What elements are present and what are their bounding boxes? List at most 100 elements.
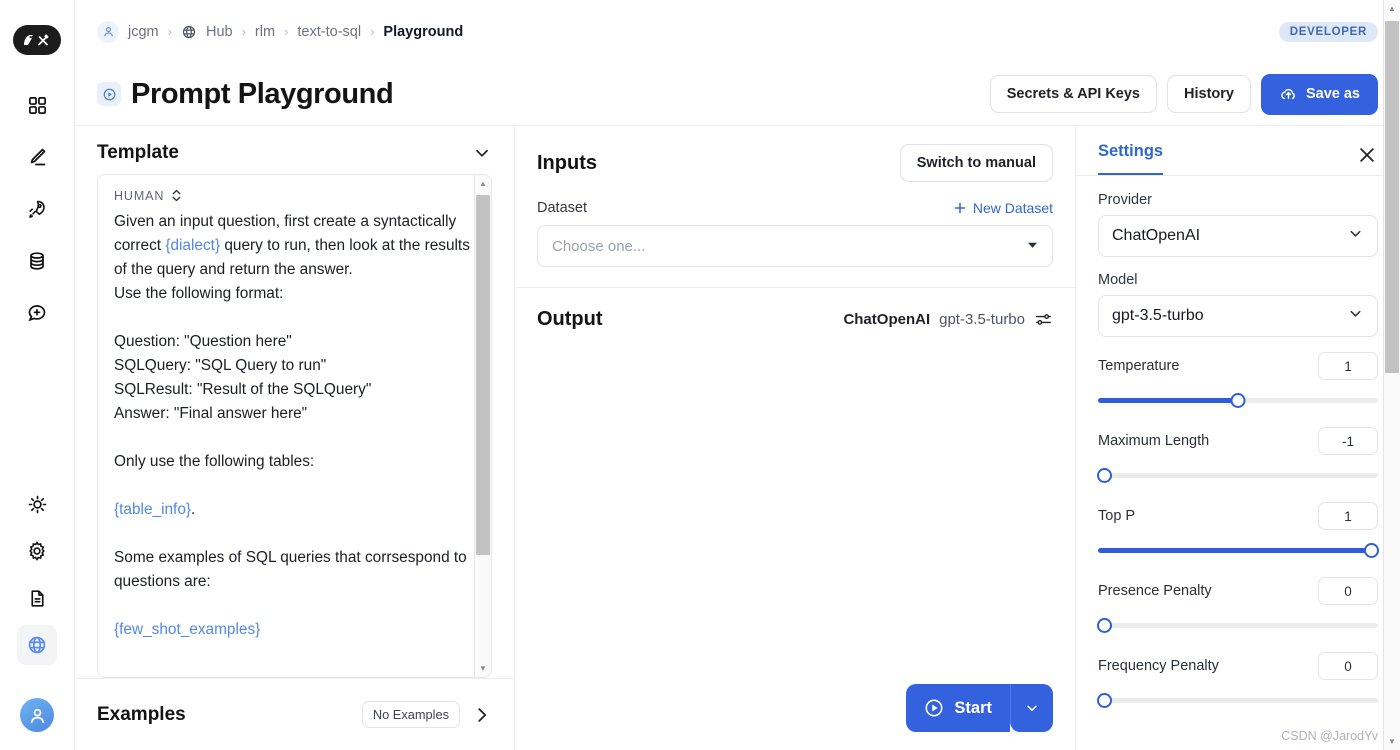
plus-icon <box>953 201 967 215</box>
secrets-api-keys-button[interactable]: Secrets & API Keys <box>989 75 1157 113</box>
new-dataset-label: New Dataset <box>972 200 1053 216</box>
model-value: gpt-3.5-turbo <box>1112 307 1204 324</box>
slider-knob-top-p[interactable] <box>1364 543 1379 558</box>
slider-track-maximum-length[interactable] <box>1097 464 1378 486</box>
scrollbar-track[interactable] <box>475 192 492 660</box>
slider-knob-presence-penalty[interactable] <box>1097 618 1112 633</box>
slider-block-top-p: Top P 1 <box>1098 502 1379 561</box>
langchain-logo[interactable] <box>13 25 61 55</box>
sidebar-item-annotations[interactable] <box>17 293 57 333</box>
slider-track-top-p[interactable] <box>1098 539 1379 561</box>
history-button[interactable]: History <box>1167 75 1251 113</box>
model-select[interactable]: gpt-3.5-turbo <box>1098 295 1378 337</box>
breadcrumb-item-text-to-sql[interactable]: text-to-sql <box>297 24 361 40</box>
slider-knob-frequency-penalty[interactable] <box>1097 693 1112 708</box>
slider-fill-temperature <box>1098 398 1238 403</box>
slider-header-top-p: Top P 1 <box>1098 502 1378 530</box>
save-as-button[interactable]: Save as <box>1260 73 1378 115</box>
play-circle-icon <box>923 697 945 719</box>
scrollbar-thumb[interactable] <box>475 195 490 555</box>
breadcrumb-item-hub[interactable]: Hub <box>206 24 233 40</box>
scroll-up-arrow-icon[interactable]: ▲ <box>475 175 492 192</box>
sidebar-item-datasets[interactable] <box>17 241 57 281</box>
slider-value-frequency-penalty[interactable]: 0 <box>1318 652 1378 680</box>
slider-block-frequency-penalty: Frequency Penalty 0 <box>1097 652 1378 711</box>
breadcrumb-separator: › <box>167 24 172 39</box>
template-variable-token: {dialect} <box>165 237 221 254</box>
examples-bar[interactable]: Examples No Examples <box>75 678 514 750</box>
page-scrollbar[interactable]: ▲ ▼ <box>1383 0 1400 750</box>
plan-badge: DEVELOPER <box>1278 21 1378 42</box>
template-scrollbar[interactable]: ▲ ▼ <box>474 175 491 677</box>
scroll-down-arrow-icon[interactable]: ▼ <box>1384 733 1400 750</box>
sliders-icon[interactable] <box>1034 310 1053 329</box>
slider-rail-frequency-penalty <box>1098 698 1378 703</box>
header-actions: Secrets & API Keys History Save as <box>989 73 1378 115</box>
breadcrumb-item-rlm[interactable]: rlm <box>255 24 275 40</box>
template-header: Template <box>75 126 514 174</box>
breadcrumb-separator: › <box>370 24 375 39</box>
play-circle-icon <box>97 82 121 106</box>
breadcrumb-bar: jcgm › Hub › rlm › text-to-sql › Playgro… <box>75 0 1400 63</box>
start-button-group: Start <box>906 684 1053 732</box>
provider-value: ChatOpenAI <box>1112 227 1201 244</box>
page-scrollbar-thumb[interactable] <box>1384 21 1399 373</box>
examples-count-badge: No Examples <box>361 701 460 728</box>
start-options-button[interactable] <box>1010 684 1053 732</box>
template-body: HUMAN Given an input question, first cre… <box>75 174 514 678</box>
settings-header: Settings <box>1076 126 1400 175</box>
slider-track-frequency-penalty[interactable] <box>1097 689 1378 711</box>
start-button[interactable]: Start <box>906 684 1010 732</box>
sidebar-item-language[interactable] <box>17 625 57 665</box>
content-columns: Template HUMAN Given an input question, … <box>75 125 1400 750</box>
slider-header-temperature: Temperature 1 <box>1098 352 1378 380</box>
chevron-up-down-icon[interactable] <box>171 188 182 203</box>
breadcrumb-item-jcgm[interactable]: jcgm <box>128 24 159 40</box>
slider-track-presence-penalty[interactable] <box>1097 614 1378 636</box>
slider-knob-temperature[interactable] <box>1230 393 1246 408</box>
scroll-down-arrow-icon[interactable]: ▼ <box>475 660 492 677</box>
template-variable-token: {table_info} <box>114 501 192 518</box>
sidebar-item-edit[interactable] <box>17 137 57 177</box>
tab-settings[interactable]: Settings <box>1098 142 1164 175</box>
template-text: Given an input question, first create a … <box>114 210 475 642</box>
role-selector[interactable]: HUMAN <box>114 188 475 203</box>
sidebar-item-theme[interactable] <box>17 484 57 524</box>
slider-value-maximum-length[interactable]: -1 <box>1318 427 1378 455</box>
examples-heading: Examples <box>97 703 186 725</box>
role-label: HUMAN <box>114 188 165 203</box>
sidebar-item-deployments[interactable] <box>17 189 57 229</box>
new-dataset-button[interactable]: New Dataset <box>953 200 1053 216</box>
scroll-up-arrow-icon[interactable]: ▲ <box>1384 0 1400 17</box>
sidebar-item-settings[interactable] <box>17 531 57 571</box>
slider-value-top-p[interactable]: 1 <box>1318 502 1378 530</box>
user-avatar[interactable] <box>20 698 54 732</box>
close-icon[interactable] <box>1356 142 1378 166</box>
chevron-down-icon[interactable] <box>472 143 492 163</box>
chevron-right-icon[interactable] <box>472 705 492 725</box>
slider-track-temperature[interactable] <box>1098 389 1378 411</box>
user-circle-icon <box>97 20 119 43</box>
sidebar-item-dashboard[interactable] <box>17 85 57 125</box>
breadcrumb-separator: › <box>284 24 289 39</box>
output-heading: Output <box>537 308 603 330</box>
slider-knob-maximum-length[interactable] <box>1097 468 1112 483</box>
switch-to-manual-button[interactable]: Switch to manual <box>899 144 1053 182</box>
provider-select[interactable]: ChatOpenAI <box>1098 215 1378 257</box>
output-model-info[interactable]: ChatOpenAI gpt-3.5-turbo <box>843 310 1053 329</box>
slider-header-presence-penalty: Presence Penalty 0 <box>1098 577 1378 605</box>
dataset-select[interactable]: Choose one... <box>537 225 1053 267</box>
dataset-label: Dataset <box>537 200 587 216</box>
settings-body: Provider ChatOpenAI Model gpt-3.5-turbo <box>1076 176 1400 750</box>
breadcrumb-separator: › <box>241 24 246 39</box>
slider-value-presence-penalty[interactable]: 0 <box>1318 577 1378 605</box>
sidebar-item-docs[interactable] <box>17 578 57 618</box>
template-editor[interactable]: HUMAN Given an input question, first cre… <box>97 174 492 678</box>
breadcrumb-item-playground: Playground <box>383 23 464 40</box>
page-title: Prompt Playground <box>131 77 394 110</box>
slider-value-temperature[interactable]: 1 <box>1318 352 1378 380</box>
caret-down-icon <box>1027 241 1038 252</box>
globe-icon <box>181 24 197 40</box>
dataset-row: Dataset New Dataset <box>537 200 1053 216</box>
page-scrollbar-track[interactable] <box>1384 17 1400 733</box>
